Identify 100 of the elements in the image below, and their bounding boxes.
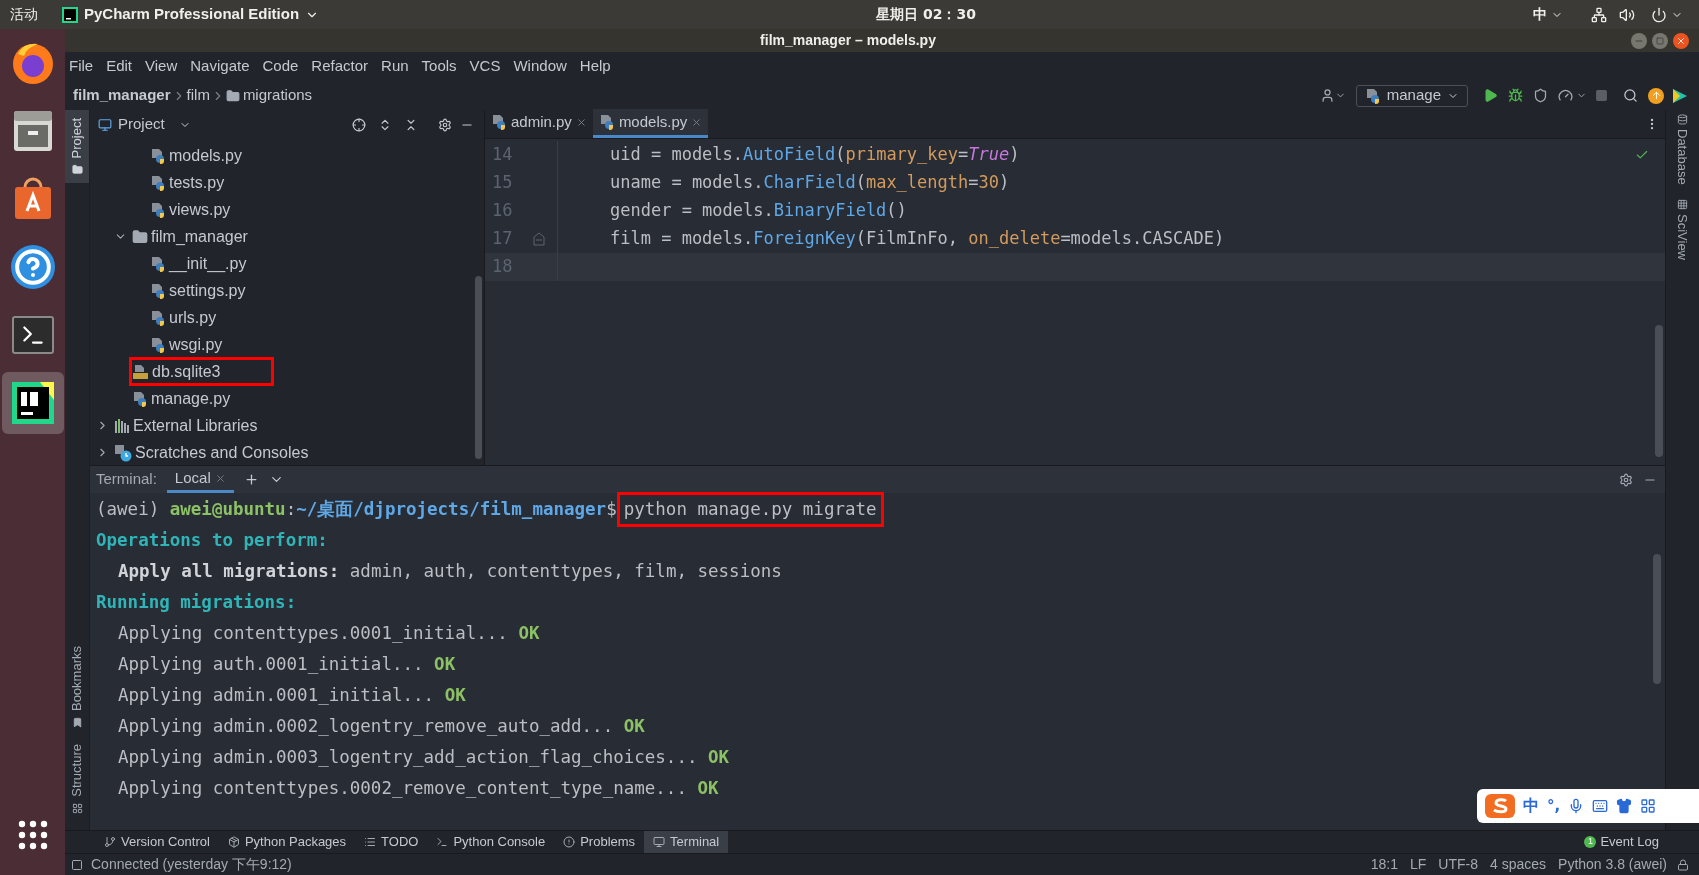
terminal-tab[interactable]: Local bbox=[166, 466, 234, 493]
code-line: film = models.ForeignKey(FilmInFo, on_delete=models.CASCADE) bbox=[610, 227, 1225, 251]
side-tab[interactable]: Structure bbox=[65, 736, 89, 822]
activities-label[interactable]: 活动 bbox=[10, 4, 38, 25]
menu-item[interactable]: Help bbox=[579, 55, 611, 78]
clock[interactable]: 星期日 02：30 bbox=[876, 4, 976, 25]
project-view-dropdown[interactable]: Project bbox=[98, 113, 191, 136]
update-icon[interactable] bbox=[1648, 87, 1664, 104]
code-line: gender = models.BinaryField() bbox=[610, 199, 907, 223]
run-configuration-dropdown[interactable]: manage bbox=[1355, 84, 1468, 107]
settings-icon[interactable] bbox=[1619, 472, 1633, 487]
menu-item[interactable]: Tools bbox=[421, 55, 457, 78]
menu-item[interactable]: VCS bbox=[469, 55, 501, 78]
minimize-button[interactable] bbox=[1631, 32, 1647, 49]
input-mode-toggle[interactable]: 中 bbox=[1523, 794, 1539, 818]
menu-item[interactable]: Window bbox=[513, 55, 567, 78]
side-tab[interactable]: Database bbox=[1672, 114, 1693, 185]
status-item[interactable]: Python 3.8 (awei) bbox=[1558, 854, 1667, 875]
tree-item[interactable]: settings.py bbox=[148, 277, 298, 304]
locate-icon[interactable] bbox=[352, 117, 366, 132]
tool-window-button[interactable]: Problems bbox=[554, 830, 645, 854]
coverage-icon[interactable] bbox=[1533, 88, 1548, 103]
app-menu[interactable]: PyCharm Professional Edition bbox=[62, 3, 320, 26]
status-item[interactable]: 18:1 bbox=[1370, 854, 1398, 875]
dock-app[interactable] bbox=[1, 372, 64, 434]
tree-item[interactable]: Scratches and Consoles bbox=[112, 439, 361, 465]
input-method-menu[interactable]: 中 bbox=[1533, 4, 1563, 25]
close-button[interactable] bbox=[1673, 32, 1689, 49]
punctuation-toggle[interactable]: °, bbox=[1547, 794, 1561, 818]
side-tab[interactable]: Project bbox=[65, 110, 89, 184]
status-icon[interactable] bbox=[71, 858, 83, 871]
close-icon[interactable] bbox=[214, 472, 226, 484]
user-icon[interactable] bbox=[1319, 88, 1335, 103]
search-icon[interactable] bbox=[1623, 88, 1638, 103]
tree-item[interactable]: models.py bbox=[148, 142, 294, 169]
profile-icon[interactable] bbox=[1558, 88, 1573, 103]
scrollbar[interactable] bbox=[1655, 325, 1663, 457]
debug-icon[interactable] bbox=[1508, 88, 1523, 103]
tool-window-button[interactable]: Python Console bbox=[427, 830, 555, 854]
grid-icon bbox=[1677, 198, 1688, 210]
scrollbar[interactable] bbox=[1653, 554, 1661, 684]
scrollbar[interactable] bbox=[475, 276, 482, 459]
fold-marker-icon[interactable] bbox=[533, 232, 545, 246]
event-log-button[interactable]: 1 Event Log bbox=[1584, 832, 1659, 852]
side-tab[interactable]: Bookmarks bbox=[65, 638, 89, 737]
tree-item[interactable]: urls.py bbox=[148, 304, 269, 331]
ime-logo-icon[interactable] bbox=[1485, 794, 1515, 818]
close-icon bbox=[1676, 35, 1686, 46]
menu-item[interactable]: Navigate bbox=[190, 55, 250, 78]
status-item[interactable]: LF bbox=[1410, 854, 1427, 875]
volume-icon[interactable] bbox=[1619, 6, 1635, 23]
menu-item[interactable]: Refactor bbox=[311, 55, 369, 78]
breadcrumb[interactable]: film_manager bbox=[73, 84, 171, 107]
breadcrumb[interactable]: film bbox=[186, 84, 210, 107]
run-icon[interactable] bbox=[1483, 88, 1498, 103]
menu-item[interactable]: Code bbox=[262, 55, 299, 78]
stop-icon[interactable] bbox=[1595, 89, 1608, 102]
plugin-logo-icon[interactable] bbox=[1672, 87, 1688, 104]
python-icon bbox=[1364, 87, 1381, 104]
terminal-output: Applying contenttypes.0001_initial... OK bbox=[118, 622, 540, 646]
menu-item[interactable]: View bbox=[145, 55, 178, 78]
maximize-button[interactable] bbox=[1652, 32, 1668, 49]
tool-window-button[interactable]: Terminal bbox=[644, 830, 729, 854]
menu-item[interactable]: Edit bbox=[106, 55, 133, 78]
status-item[interactable]: UTF-8 bbox=[1438, 854, 1478, 875]
tree-item[interactable]: views.py bbox=[148, 196, 283, 223]
line-number: 15 bbox=[491, 171, 514, 195]
menu-item[interactable]: File bbox=[69, 55, 94, 78]
app-grid-icon[interactable] bbox=[17, 820, 48, 850]
tree-item[interactable]: tests.py bbox=[148, 169, 277, 196]
editor-tab[interactable]: admin.py bbox=[485, 109, 593, 138]
breadcrumb[interactable]: migrations bbox=[225, 84, 313, 107]
status-item[interactable]: 4 spaces bbox=[1490, 854, 1547, 875]
python-file-icon bbox=[598, 114, 615, 130]
keyboard-icon[interactable] bbox=[1592, 798, 1609, 814]
side-tab[interactable]: SciView bbox=[1672, 198, 1693, 260]
power-icon[interactable] bbox=[1651, 6, 1667, 23]
tool-window-button[interactable]: Python Packages bbox=[218, 830, 356, 854]
tree-item[interactable]: db.sqlite3 bbox=[130, 358, 273, 385]
close-icon[interactable] bbox=[575, 116, 587, 128]
settings-icon[interactable] bbox=[438, 117, 452, 132]
tool-window-button[interactable]: TODO bbox=[355, 830, 428, 854]
close-icon[interactable] bbox=[691, 116, 703, 128]
network-icon[interactable] bbox=[1591, 6, 1607, 23]
tree-item[interactable]: film_manager bbox=[130, 223, 300, 250]
check-icon bbox=[1635, 148, 1649, 162]
branch-icon bbox=[104, 836, 116, 848]
grid-icon[interactable] bbox=[1640, 798, 1657, 814]
tree-item[interactable]: manage.py bbox=[130, 385, 283, 412]
menu-item[interactable]: Run bbox=[381, 55, 409, 78]
collapse-all-icon[interactable] bbox=[404, 117, 418, 132]
tree-item[interactable]: wsgi.py bbox=[148, 331, 275, 358]
tree-item[interactable]: External Libraries bbox=[112, 412, 310, 439]
add-tab-icon[interactable] bbox=[243, 472, 259, 487]
editor-tab[interactable]: models.py bbox=[592, 109, 709, 138]
python-file-icon bbox=[150, 282, 166, 299]
lock-icon[interactable] bbox=[1677, 858, 1689, 871]
tool-window-button[interactable]: Version Control bbox=[95, 830, 219, 854]
tree-item[interactable]: __init__.py bbox=[148, 250, 299, 277]
shirt-icon[interactable] bbox=[1616, 798, 1633, 814]
